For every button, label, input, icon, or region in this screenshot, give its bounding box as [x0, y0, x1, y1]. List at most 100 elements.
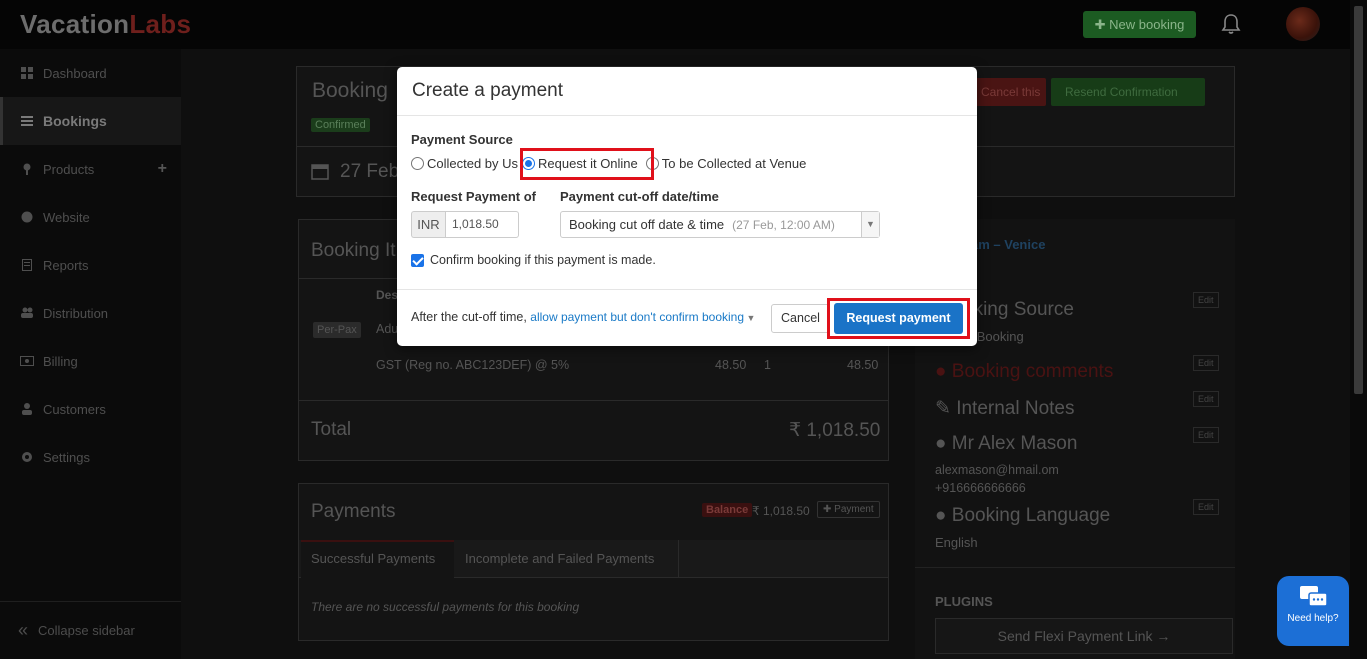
status-badge: Confirmed [311, 118, 370, 132]
add-product-icon[interactable]: + [158, 160, 167, 178]
user-icon: ● [935, 433, 947, 454]
sidebar-item-dashboard[interactable]: Dashboard [0, 49, 181, 97]
logo-text-part1: Vacation [20, 9, 130, 39]
tab-successful-payments[interactable]: Successful Payments [301, 540, 454, 578]
cutoff-select-hint: (27 Feb, 12:00 AM) [732, 218, 835, 232]
modal-title: Create a payment [397, 67, 977, 116]
sidebar-item-reports[interactable]: Reports [0, 241, 181, 289]
send-flexi-payment-link-button[interactable]: Send Flexi Payment Link → [935, 618, 1233, 654]
radio-label-collected-by-us: Collected by Us [427, 155, 519, 171]
booking-language-label: Booking Language [951, 505, 1111, 526]
edit-language-button[interactable]: Edit [1193, 499, 1219, 515]
customer-email: alexmason@hmail.om [935, 463, 1059, 477]
need-help-widget[interactable]: Need help? [1277, 576, 1349, 646]
currency-addon: INR [411, 211, 445, 238]
caret-down-icon[interactable]: ▼ [744, 313, 756, 323]
confirm-booking-label: Confirm booking if this payment is made. [430, 253, 656, 267]
gear-icon [20, 450, 34, 464]
booking-comments-title[interactable]: ● Booking comments [935, 361, 1113, 383]
edit-customer-button[interactable]: Edit [1193, 427, 1219, 443]
no-payments-message: There are no successful payments for thi… [311, 600, 580, 614]
booking-comments-label: Booking comments [951, 361, 1114, 382]
booking-title: Booking [312, 79, 388, 102]
globe-icon: ● [935, 505, 947, 526]
resend-confirmation-button[interactable]: Resend Confirmation [1051, 78, 1205, 106]
after-cutoff-dropdown[interactable]: allow payment but don't confirm booking [530, 310, 744, 324]
gst-qty: 1 [764, 358, 771, 372]
cancel-button[interactable]: Cancel [771, 304, 830, 333]
customer-phone: +916666666666 [935, 481, 1026, 495]
edit-comments-button[interactable]: Edit [1193, 355, 1219, 371]
confirm-booking-checkbox-row[interactable]: Confirm booking if this payment is made. [411, 253, 656, 267]
booking-language-value: English [935, 535, 978, 550]
comment-icon: ● [935, 361, 947, 382]
user-avatar[interactable] [1286, 7, 1320, 41]
sidebar-item-label: Products [43, 161, 95, 177]
customer-name: ● Mr Alex Mason [935, 433, 1077, 455]
sidebar-item-bookings[interactable]: Bookings [0, 97, 181, 145]
money-icon [20, 354, 34, 368]
request-payment-of-label: Request Payment of [411, 189, 536, 204]
sidebar-item-customers[interactable]: Customers [0, 385, 181, 433]
pencil-icon: ✎ [935, 398, 951, 419]
balance-badge: Balance [702, 503, 753, 517]
tab-failed-payments[interactable]: Incomplete and Failed Payments [455, 540, 679, 578]
sidebar-item-label: Dashboard [43, 65, 107, 81]
report-icon [20, 258, 34, 272]
booking-date: 27 Feb [340, 161, 400, 182]
radio-collected-by-us[interactable] [411, 156, 424, 170]
sidebar-item-distribution[interactable]: Distribution [0, 289, 181, 337]
globe-icon [20, 210, 34, 224]
bell-icon[interactable] [1221, 13, 1241, 35]
new-booking-button[interactable]: ✚ New booking [1083, 11, 1196, 38]
sidebar-item-billing[interactable]: Billing [0, 337, 181, 385]
divider [299, 400, 888, 401]
radio-label-collect-at-venue: To be Collected at Venue [661, 155, 807, 171]
per-pax-badge: Per-Pax [313, 322, 361, 338]
highlight-box-request-online [520, 148, 654, 180]
edit-booking-source-button[interactable]: Edit [1193, 292, 1219, 308]
gst-description: GST (Reg no. ABC123DEF) @ 5% [376, 358, 570, 372]
gst-total: 48.50 [847, 358, 879, 372]
user-icon [20, 402, 34, 416]
total-label: Total [311, 419, 352, 440]
cancel-booking-button[interactable]: Cancel this [975, 78, 1046, 106]
need-help-label: Need help? [1287, 613, 1339, 624]
cutoff-select[interactable]: Booking cut off date & time (27 Feb, 12:0… [560, 211, 880, 238]
calendar-icon [311, 162, 329, 183]
logo-text-part2: Labs [129, 9, 192, 39]
double-chevron-left-icon: « [18, 620, 29, 640]
sidebar: Dashboard Bookings Products + Website Re… [0, 49, 181, 659]
after-cutoff-text: After the cut-off time, [411, 310, 527, 324]
sidebar-item-label: Reports [43, 257, 89, 273]
internal-notes-title: ✎ Internal Notes [935, 397, 1075, 420]
confirm-booking-checkbox[interactable] [411, 253, 424, 267]
line-item-description: Adu [376, 322, 399, 336]
dashboard-icon [20, 66, 34, 80]
sidebar-item-website[interactable]: Website [0, 193, 181, 241]
collapse-sidebar-button[interactable]: « Collapse sidebar [0, 601, 181, 659]
vacationlabs-logo[interactable]: VacationLabs [20, 9, 191, 40]
cutoff-select-value: Booking cut off date & time [569, 217, 725, 232]
top-bar: VacationLabs ✚ New booking [0, 0, 1367, 49]
edit-notes-button[interactable]: Edit [1193, 391, 1219, 407]
page-scrollbar[interactable] [1350, 0, 1367, 659]
chevron-down-icon: ▼ [861, 212, 879, 237]
sidebar-item-settings[interactable]: Settings [0, 433, 181, 481]
gst-rate: 48.50 [715, 358, 747, 372]
payment-source-label: Payment Source [411, 132, 513, 147]
after-cutoff-row: After the cut-off time, allow payment bu… [411, 310, 755, 324]
cutoff-label: Payment cut-off date/time [560, 189, 719, 204]
booking-language-title: ● Booking Language [935, 505, 1110, 527]
users-icon [20, 306, 34, 320]
collapse-sidebar-label: Collapse sidebar [38, 623, 135, 638]
add-payment-button[interactable]: ✚ Payment [817, 501, 880, 518]
booking-source-title: oking Source [963, 299, 1074, 320]
payment-amount-input[interactable]: 1,018.50 [445, 211, 519, 238]
scrollbar-thumb[interactable] [1354, 6, 1363, 394]
sidebar-item-label: Customers [43, 401, 106, 417]
highlight-box-request-payment [827, 298, 970, 339]
column-header-description: Des [376, 288, 399, 302]
sidebar-item-label: Bookings [43, 113, 107, 129]
sidebar-item-products[interactable]: Products + [0, 145, 181, 193]
